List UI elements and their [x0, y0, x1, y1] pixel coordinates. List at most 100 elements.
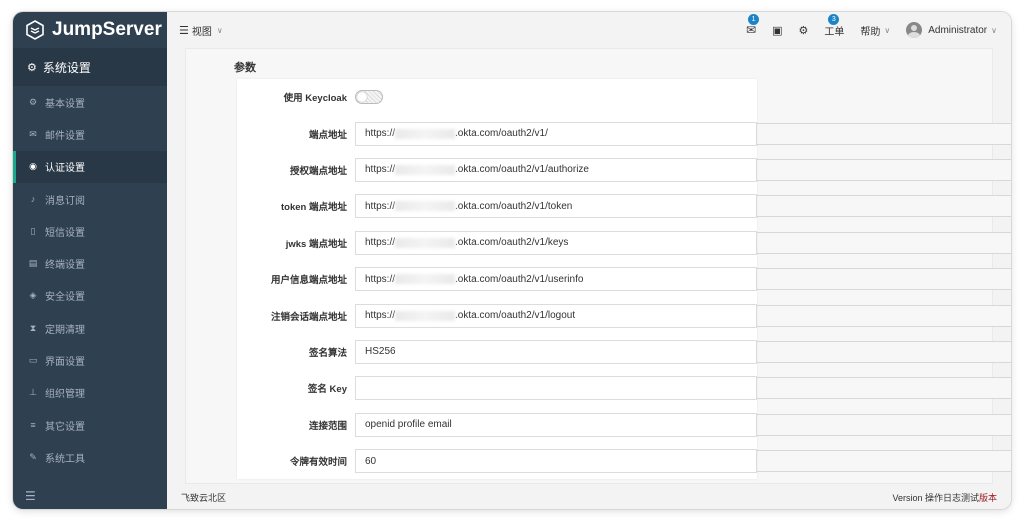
- help-label: 帮助: [860, 26, 881, 38]
- footer-version: Version 操作日志测试版本: [892, 492, 997, 503]
- bell-icon: ♪: [30, 194, 36, 205]
- signature-key-input[interactable]: [355, 376, 757, 401]
- form-row-keycloak: 使用 Keycloak: [237, 79, 757, 115]
- field-label: 签名 Key: [307, 384, 347, 396]
- mail-icon: ✉: [29, 128, 37, 139]
- field-label: token 端点地址: [281, 202, 347, 214]
- sidebar: JumpServer ⚙ 系统设置 ⚙ 基本设置 ✉ 邮件设置 ◉ 认证设置 ♪ 消息订…: [13, 12, 167, 509]
- form-row-signature-key: 签名 Key: [237, 370, 757, 406]
- monitor-icon: ▭: [28, 355, 38, 366]
- shield-icon: ◈: [29, 290, 37, 301]
- token-endpoint-input[interactable]: https://.okta.com/oauth2/v1/token: [355, 194, 757, 219]
- form-row-token-endpoint: token 端点地址 https://.okta.com/oauth2/v1/t…: [237, 188, 757, 224]
- logo[interactable]: JumpServer: [13, 12, 167, 48]
- phone-icon: ▯: [30, 225, 36, 236]
- sidebar-item-tools[interactable]: ✎ 系统工具: [13, 441, 167, 473]
- redacted-text: [395, 310, 456, 321]
- form-row-signature-algorithm: 签名算法 HS256: [237, 334, 757, 370]
- field-label: 注销会话端点地址: [270, 311, 347, 323]
- field-label: 令牌有效时间: [289, 457, 347, 469]
- sidebar-item-security[interactable]: ◈ 安全设置: [13, 280, 167, 312]
- footer: 飞致云北区 Version 操作日志测试版本: [167, 485, 1011, 509]
- form-row-token-expiry: 令牌有效时间 60: [237, 443, 757, 479]
- settings-button[interactable]: ⚙: [799, 24, 809, 37]
- logout-endpoint-input[interactable]: https://.okta.com/oauth2/v1/logout: [355, 303, 757, 328]
- form-row-scope: 连接范围 openid profile email: [237, 407, 757, 443]
- form-row-userinfo-endpoint: 用户信息端点地址 https://.okta.com/oauth2/v1/use…: [237, 261, 757, 297]
- field-label: 签名算法: [308, 347, 347, 359]
- signature-algorithm-input[interactable]: HS256: [355, 339, 757, 364]
- mail-icon: ✉: [746, 23, 757, 37]
- jwks-endpoint-input[interactable]: https://.okta.com/oauth2/v1/keys: [355, 230, 757, 255]
- redacted-text: [395, 274, 456, 285]
- form-row-logout-endpoint: 注销会话端点地址 https://.okta.com/oauth2/v1/log…: [237, 297, 757, 333]
- sidebar-nav: ⚙ 基本设置 ✉ 邮件设置 ◉ 认证设置 ♪ 消息订阅 ▯ 短信设置 ▤ 终端设置 ◈ 安全设…: [13, 86, 167, 474]
- sidebar-item-org[interactable]: ⊥ 组织管理: [13, 377, 167, 409]
- sidebar-item-interface[interactable]: ▭ 界面设置: [13, 344, 167, 376]
- view-label: 视图: [191, 26, 212, 38]
- org-icon: ⊥: [29, 387, 37, 398]
- sidebar-item-sms[interactable]: ▯ 短信设置: [13, 215, 167, 247]
- mail-button[interactable]: 1 ✉: [746, 14, 760, 37]
- menu-icon: ☰: [179, 24, 189, 37]
- sidebar-header-label: 系统设置: [42, 60, 91, 75]
- chevron-down-icon: ∨: [884, 25, 891, 35]
- header-actions: 1 ✉ ▣ ⚙ 3 工单 帮助 ∨ Administrator ∨: [730, 13, 1011, 38]
- toggle-knob: [357, 92, 367, 103]
- section-title: 参数: [234, 62, 256, 74]
- field-label: 连接范围: [308, 420, 347, 432]
- footer-company: 飞致云北区: [181, 492, 227, 503]
- sidebar-item-auth[interactable]: ◉ 认证设置: [13, 150, 167, 183]
- sidebar-item-basic[interactable]: ⚙ 基本设置: [13, 86, 167, 118]
- terminal-icon: ▤: [28, 258, 38, 269]
- userinfo-endpoint-input[interactable]: https://.okta.com/oauth2/v1/userinfo: [355, 267, 757, 292]
- redacted-text: [395, 164, 456, 175]
- chevron-down-icon: ∨: [991, 25, 997, 35]
- user-circle-icon: ◉: [29, 161, 37, 172]
- hourglass-icon: ⧗: [29, 322, 37, 333]
- keycloak-toggle[interactable]: [355, 90, 383, 105]
- redacted-text: [395, 128, 456, 139]
- wrench-icon: ✎: [29, 451, 37, 462]
- user-name: Administrator: [928, 24, 988, 36]
- jumpserver-logo-icon: [26, 20, 44, 40]
- help-menu[interactable]: 帮助 ∨: [860, 23, 890, 38]
- gear-icon: ⚙: [27, 61, 37, 74]
- openid-settings-form: 使用 Keycloak 端点地址 https://.okta.com/oauth…: [237, 79, 757, 479]
- sidebar-collapse-button[interactable]: ☰: [13, 483, 167, 509]
- sidebar-item-cleanup[interactable]: ⧗ 定期清理: [13, 312, 167, 344]
- tickets-button[interactable]: 3 工单: [824, 13, 845, 38]
- collapse-icon: ☰: [25, 489, 36, 503]
- gear-icon: ⚙: [798, 24, 809, 37]
- sidebar-item-message[interactable]: ♪ 消息订阅: [13, 183, 167, 215]
- field-label: jwks 端点地址: [285, 238, 347, 250]
- scope-input[interactable]: openid profile email: [355, 412, 757, 437]
- list-icon: ≡: [30, 420, 36, 431]
- field-label: 授权端点地址: [289, 165, 347, 177]
- ticket-badge: 3: [828, 13, 840, 25]
- sidebar-header[interactable]: ⚙ 系统设置: [13, 48, 167, 86]
- redacted-text: [395, 201, 456, 212]
- sidebar-item-terminal[interactable]: ▤ 终端设置: [13, 247, 167, 279]
- chevron-down-icon: ∨: [216, 25, 223, 35]
- app-name: JumpServer: [52, 19, 162, 40]
- authorize-endpoint-input[interactable]: https://.okta.com/oauth2/v1/authorize: [355, 157, 757, 182]
- gear-icon: ⚙: [28, 96, 38, 107]
- redacted-text: [395, 237, 456, 248]
- web-terminal-button[interactable]: ▣: [772, 24, 782, 37]
- sidebar-item-other[interactable]: ≡ 其它设置: [13, 409, 167, 441]
- token-expiry-input[interactable]: 60: [355, 449, 757, 474]
- field-label: 端点地址: [308, 129, 347, 141]
- tickets-label: 工单: [824, 26, 845, 38]
- form-row-jwks-endpoint: jwks 端点地址 https://.okta.com/oauth2/v1/ke…: [237, 225, 757, 261]
- field-label: 用户信息端点地址: [270, 275, 347, 287]
- sidebar-item-email[interactable]: ✉ 邮件设置: [13, 118, 167, 150]
- view-menu[interactable]: ☰ 视图 ∨: [179, 23, 223, 38]
- top-header: ☰ 视图 ∨ 1 ✉ ▣ ⚙ 3 工单 帮助 ∨ Administrator ∨: [167, 12, 1011, 48]
- user-menu[interactable]: Administrator ∨: [906, 22, 997, 38]
- form-row-authorize-endpoint: 授权端点地址 https://.okta.com/oauth2/v1/autho…: [237, 152, 757, 188]
- field-label: 使用 Keycloak: [283, 93, 347, 105]
- endpoint-input[interactable]: https://.okta.com/oauth2/v1/: [355, 121, 757, 146]
- mail-badge: 1: [748, 14, 760, 25]
- terminal-icon: ▣: [772, 24, 783, 37]
